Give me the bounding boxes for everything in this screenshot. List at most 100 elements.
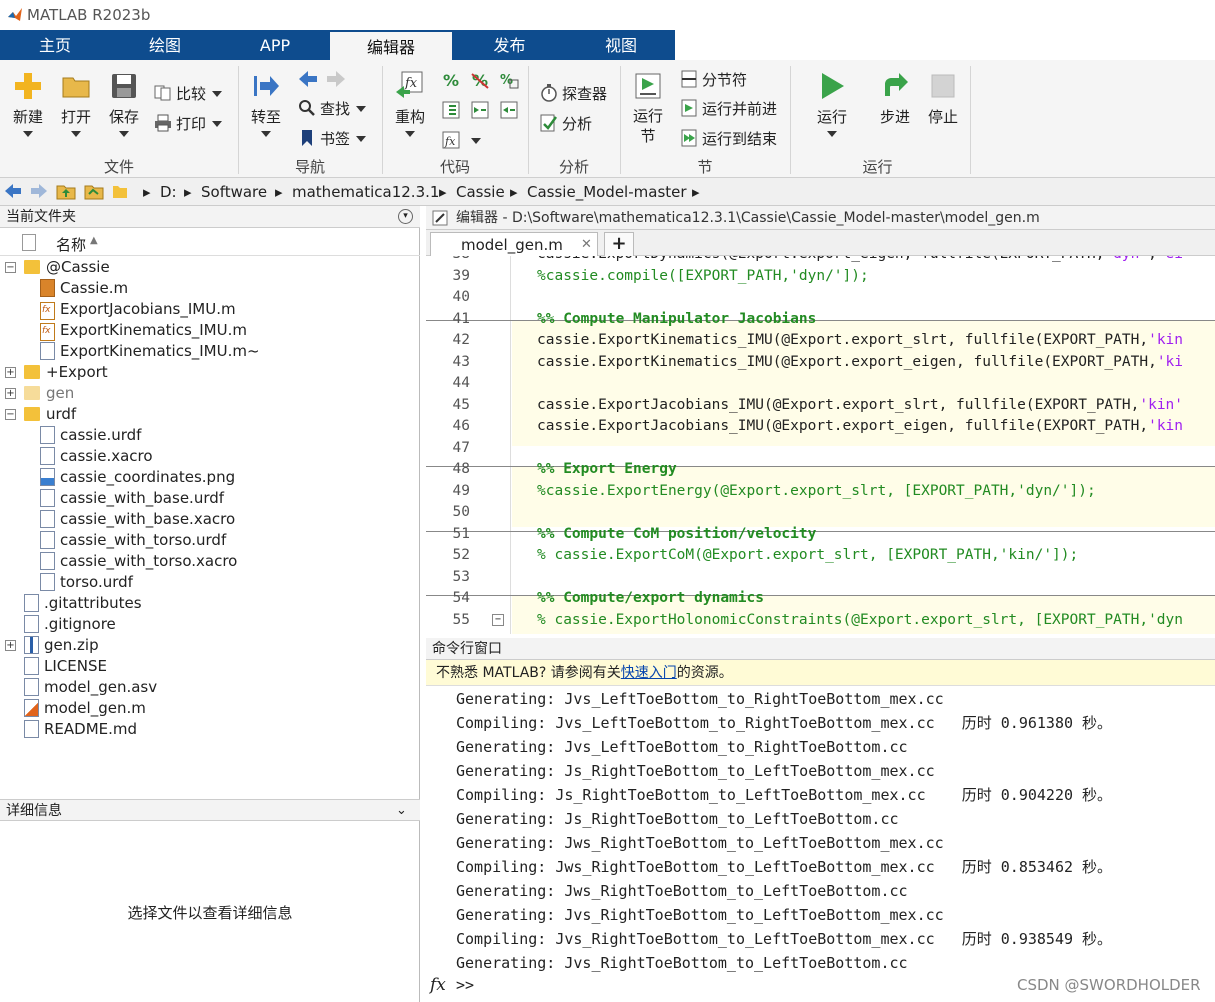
function-fx-icon[interactable]: fx: [441, 130, 461, 150]
code-line[interactable]: 44: [426, 373, 1215, 395]
file-tree-item[interactable]: cassie_with_torso.urdf: [40, 530, 226, 551]
file-tree-item[interactable]: Cassie.m: [40, 278, 128, 299]
file-tree-item[interactable]: cassie.xacro: [40, 446, 153, 467]
details-header[interactable]: 详细信息 ⌄: [0, 799, 420, 821]
find-button[interactable]: 查找: [298, 97, 367, 121]
breadcrumb-segment[interactable]: Cassie: [456, 183, 505, 201]
chevron-down-icon[interactable]: ⌄: [396, 800, 407, 822]
expand-icon[interactable]: +: [5, 367, 16, 378]
file-tree-item[interactable]: fx ExportKinematics_IMU.m: [40, 320, 247, 341]
function-browser-fx-icon[interactable]: fx: [430, 975, 446, 995]
nav-back-icon[interactable]: [4, 183, 22, 199]
tab-plots[interactable]: 绘图: [110, 30, 220, 60]
file-tree-item[interactable]: ExportKinematics_IMU.m~: [40, 341, 260, 362]
file-tree-item[interactable]: fx ExportJacobians_IMU.m: [40, 299, 236, 320]
code-line[interactable]: 47: [426, 438, 1215, 460]
run-button[interactable]: 运行: [810, 70, 854, 137]
file-tree-item[interactable]: cassie_coordinates.png: [40, 467, 235, 488]
browse-folder-icon[interactable]: [84, 182, 104, 200]
wrap-comment-icon[interactable]: %: [499, 70, 519, 90]
breadcrumb-segment[interactable]: Software: [201, 183, 267, 201]
file-tree-item[interactable]: cassie_with_base.urdf: [40, 488, 224, 509]
bookmark-button[interactable]: 书签: [298, 127, 367, 151]
code-line[interactable]: 45 cassie.ExportJacobians_IMU(@Export.exp…: [426, 395, 1215, 417]
run-section-button[interactable]: 运行节: [628, 70, 668, 146]
decrease-indent-icon[interactable]: [499, 100, 519, 120]
breadcrumb-segment[interactable]: Cassie_Model-master: [527, 183, 687, 201]
file-tree-item[interactable]: cassie_with_torso.xacro: [40, 551, 237, 572]
file-tree-item[interactable]: + gen.zip: [5, 635, 99, 656]
tab-apps[interactable]: APP: [220, 30, 330, 60]
add-tab-button[interactable]: +: [604, 232, 634, 256]
code-line[interactable]: 39 %cassie.compile([EXPORT_PATH,'dyn/']);: [426, 266, 1215, 288]
file-tree-item[interactable]: cassie_with_base.xacro: [40, 509, 235, 530]
compare-button[interactable]: 比较: [154, 82, 223, 106]
breadcrumb-segment[interactable]: mathematica12.3.1: [292, 183, 439, 201]
file-tree-item[interactable]: cassie.urdf: [40, 425, 141, 446]
expand-icon[interactable]: +: [5, 388, 16, 399]
breadcrumb-segment[interactable]: D:: [160, 183, 177, 201]
file-tree-item[interactable]: .gitattributes: [24, 593, 142, 614]
code-line[interactable]: 38 cassie.ExportDynamics(@Export.export_e…: [426, 256, 1215, 266]
file-tree-item[interactable]: .gitignore: [24, 614, 116, 635]
code-line[interactable]: 53: [426, 567, 1215, 589]
new-button[interactable]: 新建: [6, 70, 50, 137]
refactor-button[interactable]: fx 重构: [388, 70, 432, 137]
code-line[interactable]: 49 %cassie.ExportEnergy(@Export.export_sl…: [426, 481, 1215, 503]
analyze-button[interactable]: 分析: [540, 112, 592, 136]
step-button[interactable]: 步进: [873, 70, 917, 127]
goto-button[interactable]: 转至: [244, 70, 288, 137]
code-line[interactable]: 42 cassie.ExportKinematics_IMU(@Export.ex…: [426, 330, 1215, 352]
stop-button[interactable]: 停止: [921, 70, 965, 127]
run-to-end-button[interactable]: 运行到结束: [680, 127, 777, 151]
tab-home[interactable]: 主页: [0, 30, 110, 60]
print-button[interactable]: 打印: [154, 112, 223, 136]
open-button[interactable]: 打开: [54, 70, 98, 137]
tab-editor[interactable]: 编辑器: [330, 30, 452, 60]
file-tree-item[interactable]: LICENSE: [24, 656, 107, 677]
fold-toggle-icon[interactable]: −: [492, 614, 504, 626]
indent-icon[interactable]: [441, 100, 461, 120]
tab-view[interactable]: 视图: [567, 30, 675, 60]
file-tree-item[interactable]: − urdf: [5, 404, 76, 425]
code-line[interactable]: 48 %% Export Energy: [426, 459, 1215, 481]
panel-menu-icon[interactable]: ▾: [398, 209, 413, 224]
collapse-icon[interactable]: −: [5, 262, 16, 273]
comment-icon[interactable]: %: [441, 70, 461, 90]
quick-start-link[interactable]: 快速入门: [621, 665, 677, 681]
file-tree-item[interactable]: torso.urdf: [40, 572, 133, 593]
tab-model-gen[interactable]: model_gen.m ✕: [430, 232, 598, 256]
code-line[interactable]: 54 %% Compute/export dynamics: [426, 588, 1215, 610]
collapse-icon[interactable]: −: [5, 409, 16, 420]
file-tree-item[interactable]: + gen: [5, 383, 74, 404]
close-icon[interactable]: ✕: [581, 233, 592, 257]
tab-publish[interactable]: 发布: [452, 30, 567, 60]
code-line[interactable]: 40: [426, 287, 1215, 309]
uncomment-icon[interactable]: %: [470, 70, 490, 90]
code-line[interactable]: 52 % cassie.ExportCoM(@Export.export_slrt…: [426, 545, 1215, 567]
code-line[interactable]: 50: [426, 502, 1215, 524]
expand-icon[interactable]: +: [5, 640, 16, 651]
code-line[interactable]: 43 cassie.ExportKinematics_IMU(@Export.ex…: [426, 352, 1215, 374]
save-button[interactable]: 保存: [102, 70, 146, 137]
code-area[interactable]: 38 cassie.ExportDynamics(@Export.export_e…: [426, 256, 1215, 634]
file-tree-item[interactable]: − @Cassie: [5, 257, 110, 278]
file-tree-item[interactable]: README.md: [24, 719, 137, 740]
code-line[interactable]: 46 cassie.ExportJacobians_IMU(@Export.exp…: [426, 416, 1215, 438]
profiler-button[interactable]: 探查器: [540, 82, 607, 106]
file-tree-item[interactable]: model_gen.asv: [24, 677, 157, 698]
nav-forward-icon[interactable]: [30, 183, 48, 199]
run-and-advance-button[interactable]: 运行并前进: [680, 97, 777, 121]
file-tree-item[interactable]: + +Export: [5, 362, 108, 383]
up-folder-icon[interactable]: [56, 182, 76, 200]
function-dropdown[interactable]: [471, 138, 481, 144]
code-line[interactable]: 51 %% Compute CoM position/velocity: [426, 524, 1215, 546]
forward-arrow-icon[interactable]: [326, 70, 346, 88]
code-line[interactable]: 55 % cassie.ExportHolonomicConstraints(@E…: [426, 610, 1215, 632]
command-prompt[interactable]: >>: [456, 976, 474, 994]
back-arrow-icon[interactable]: [298, 70, 318, 88]
column-header[interactable]: 名称 ▲: [0, 230, 420, 256]
code-line[interactable]: 41 %% Compute Manipulator Jacobians: [426, 309, 1215, 331]
increase-indent-icon[interactable]: [470, 100, 490, 120]
file-tree-item[interactable]: model_gen.m: [24, 698, 146, 719]
